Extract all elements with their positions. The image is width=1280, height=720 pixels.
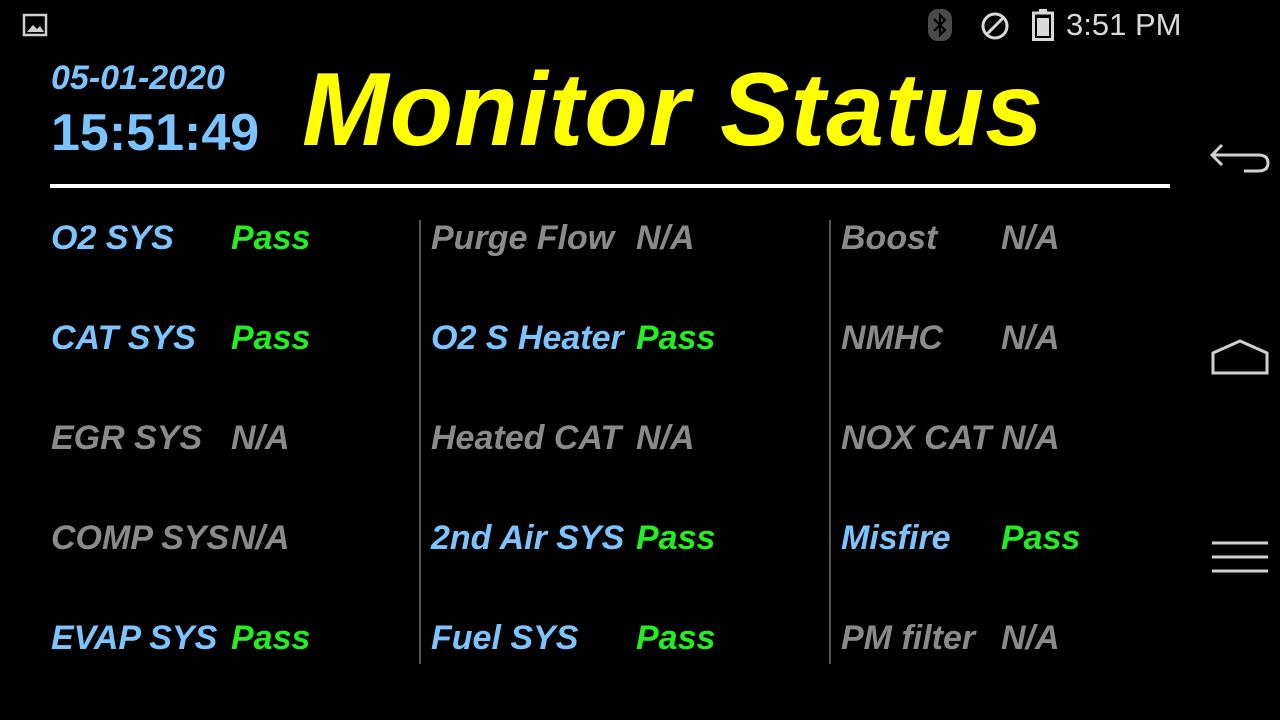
- monitor-value-o2-s-heater: Pass: [636, 319, 716, 357]
- home-button[interactable]: [1200, 322, 1280, 392]
- monitor-label-purge-flow: Purge Flow: [431, 219, 615, 257]
- column-divider: [829, 220, 831, 664]
- monitor-label-comp-sys: COMP SYS: [51, 519, 230, 557]
- battery-icon: [1032, 9, 1054, 41]
- monitor-label-o2-sys: O2 SYS: [51, 219, 174, 257]
- screen: 3:51 PM 05-01-2020 15:51:49 Monitor Stat…: [0, 0, 1280, 720]
- monitor-label-pm-filter: PM filter: [841, 619, 976, 657]
- monitor-value-evap-sys: Pass: [231, 619, 311, 657]
- status-bar-time: 3:51 PM: [1066, 7, 1182, 42]
- monitor-label-o2-s-heater: O2 S Heater: [431, 319, 624, 357]
- column-divider: [419, 220, 421, 664]
- monitor-value-comp-sys: N/A: [231, 519, 290, 557]
- monitor-label-fuel-sys: Fuel SYS: [431, 619, 579, 657]
- monitor-value-misfire: Pass: [1001, 519, 1081, 557]
- monitor-value-cat-sys: Pass: [231, 319, 311, 357]
- monitor-label-heated-cat: Heated CAT: [431, 419, 622, 457]
- monitor-value-o2-sys: Pass: [231, 219, 311, 257]
- monitor-label-nmhc: NMHC: [841, 319, 943, 357]
- do-not-disturb-icon: [981, 12, 1009, 40]
- date-display: 05-01-2020: [51, 59, 225, 97]
- monitor-value-nox-cat: N/A: [1001, 419, 1060, 457]
- menu-button[interactable]: [1200, 522, 1280, 592]
- gallery-icon: [22, 13, 48, 37]
- monitor-value-egr-sys: N/A: [231, 419, 290, 457]
- monitor-label-egr-sys: EGR SYS: [51, 419, 203, 457]
- status-bar: 3:51 PM: [0, 0, 1200, 50]
- bluetooth-icon: [928, 9, 952, 41]
- monitor-label-boost: Boost: [841, 219, 938, 257]
- monitor-value-fuel-sys: Pass: [636, 619, 716, 657]
- time-display: 15:51:49: [51, 104, 260, 162]
- header-divider: [50, 184, 1170, 188]
- home-icon: [1211, 339, 1269, 375]
- back-icon: [1209, 143, 1270, 173]
- monitor-value-2nd-air-sys: Pass: [636, 519, 716, 557]
- monitor-value-nmhc: N/A: [1001, 319, 1060, 357]
- monitor-label-evap-sys: EVAP SYS: [51, 619, 218, 657]
- monitor-value-pm-filter: N/A: [1001, 619, 1060, 657]
- back-button[interactable]: [1200, 122, 1280, 192]
- monitor-value-heated-cat: N/A: [636, 419, 695, 457]
- monitor-label-misfire: Misfire: [841, 519, 951, 557]
- monitor-value-purge-flow: N/A: [636, 219, 695, 257]
- monitor-label-2nd-air-sys: 2nd Air SYS: [431, 519, 625, 557]
- menu-icon: [1212, 541, 1268, 573]
- monitor-label-nox-cat: NOX CAT: [841, 419, 992, 457]
- monitor-value-boost: N/A: [1001, 219, 1060, 257]
- page-title: Monitor Status: [302, 52, 1044, 168]
- monitor-label-cat-sys: CAT SYS: [51, 319, 196, 357]
